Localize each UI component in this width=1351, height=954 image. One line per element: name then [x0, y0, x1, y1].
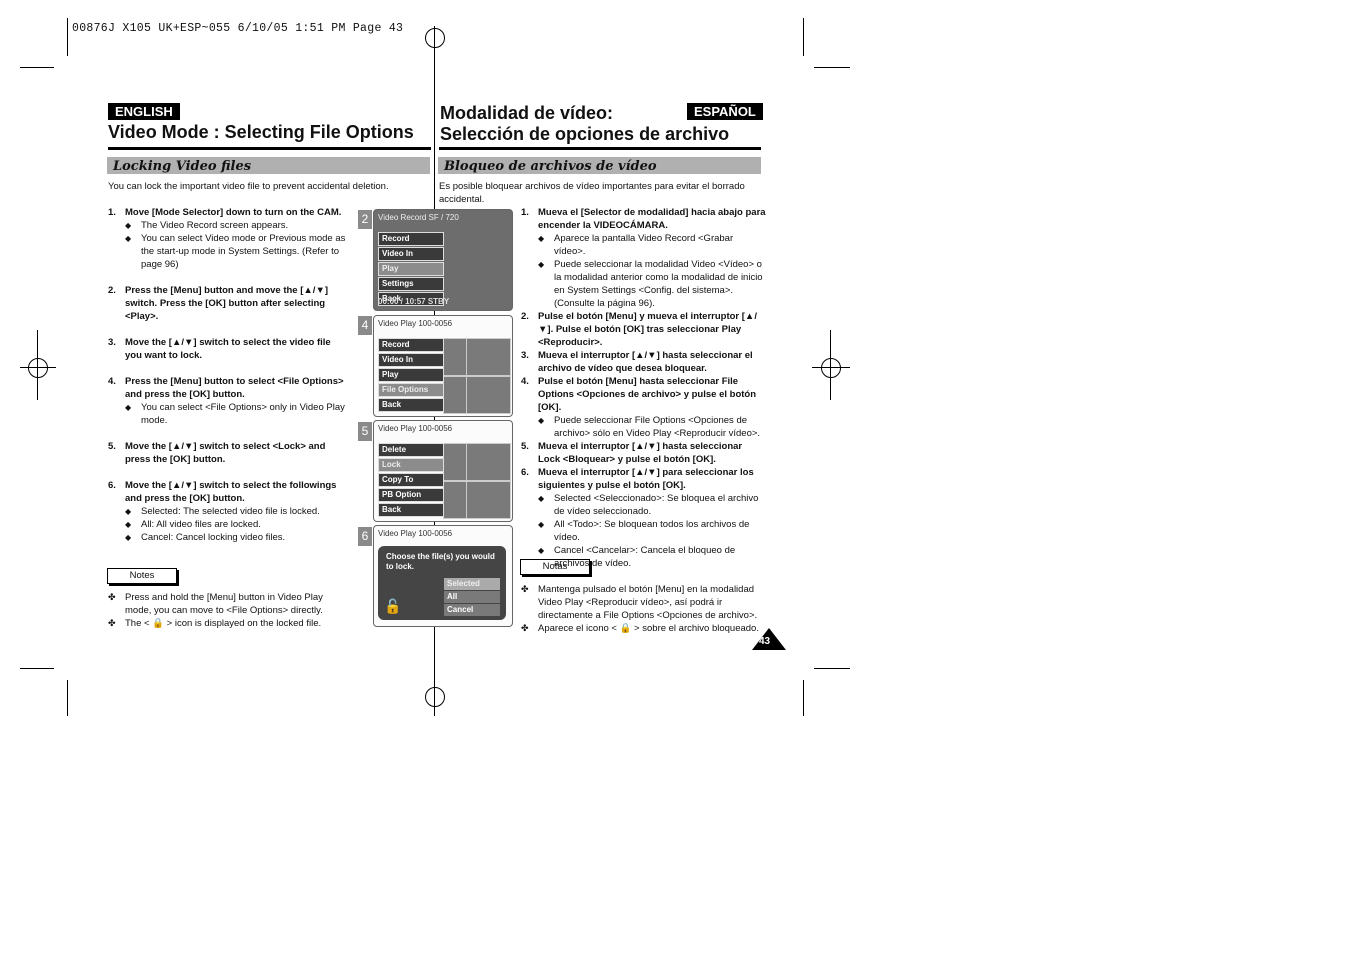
section-header-english: Locking Video files: [107, 157, 430, 174]
option-all: All: [444, 591, 500, 603]
menu-item: Copy To: [378, 473, 444, 487]
registration-mark-icon: [425, 687, 445, 707]
registration-mark-icon: [821, 358, 841, 378]
screen-video-play-menu: Video Play 100-0056 Record Video In Play…: [373, 315, 513, 417]
menu-item: Play: [378, 368, 444, 382]
menu-item: Video In: [378, 247, 444, 261]
option-cancel: Cancel: [444, 604, 500, 616]
crop-mark: [20, 668, 54, 669]
crop-mark: [803, 18, 804, 56]
page-number-badge: 43: [752, 628, 786, 650]
screen-menu: Record Video In Play Settings Back: [378, 232, 444, 307]
step-4-spanish: 4. Pulse el botón [Menu] hasta seleccion…: [521, 375, 766, 440]
page-title-spanish-line1: Modalidad de vídeo:: [440, 103, 614, 123]
notes-list-spanish: Mantenga pulsado el botón [Menu] en la m…: [521, 583, 771, 635]
crop-mark: [814, 67, 850, 68]
step-3-spanish: 3. Mueva el interruptor [▲/▼] hasta sele…: [521, 350, 753, 374]
section-title: Bloqueo de archivos de vídeo: [444, 159, 657, 174]
screen-step-number: 6: [358, 527, 372, 546]
step-3-english: 3. Move the [▲/▼] switch to select the v…: [108, 337, 331, 361]
menu-item: Back: [378, 503, 444, 517]
language-tag-spanish: ESPAÑOL: [687, 103, 763, 120]
notes-list-english: Press and hold the [Menu] button in Vide…: [108, 591, 340, 630]
dialog-message: Choose the file(s) you would to lock.: [386, 552, 495, 571]
crop-mark: [830, 330, 831, 400]
screen-footer: 00:00 / 10:57 STBY: [378, 297, 450, 306]
crop-mark: [803, 680, 804, 716]
crop-mark: [67, 680, 68, 716]
screen-lock-dialog: Video Play 100-0056 Choose the file(s) y…: [373, 525, 513, 627]
thumbnail: [466, 443, 511, 481]
dialog-options: Selected All Cancel: [444, 578, 500, 617]
step-2-spanish: 2. Pulse el botón [Menu] y mueva el inte…: [521, 311, 757, 348]
step-5-spanish: 5. Mueva el interruptor [▲/▼] hasta sele…: [521, 441, 743, 465]
step-6-spanish: 6. Mueva el interruptor [▲/▼] para selec…: [521, 466, 766, 570]
section-title: Locking Video files: [113, 159, 252, 174]
screen-step-number: 4: [358, 316, 372, 335]
menu-item-selected: Lock: [378, 458, 444, 472]
registration-mark-icon: [28, 358, 48, 378]
menu-item: Video In: [378, 353, 444, 367]
page-title-spanish-line2: Selección de opciones de archivo: [440, 124, 730, 144]
menu-item: Record: [378, 232, 444, 246]
menu-item-selected: File Options: [378, 383, 444, 397]
screen-video-record: Video Record SF / 720 Record Video In Pl…: [373, 209, 513, 311]
title-rule: [108, 147, 431, 150]
screen-file-options-menu: Video Play 100-0056 Delete Lock Copy To …: [373, 420, 513, 522]
screen-menu: Delete Lock Copy To PB Option Back: [378, 443, 444, 518]
crop-mark: [20, 367, 56, 368]
screen-step-number: 2: [358, 210, 372, 229]
step-1-english: 1. Move [Mode Selector] down to turn on …: [108, 206, 353, 271]
steps-spanish: 1. Mueva el [Selector de modalidad] haci…: [521, 206, 766, 570]
screen-step-number: 5: [358, 422, 372, 441]
menu-item: Record: [378, 338, 444, 352]
thumbnail: [466, 481, 511, 519]
option-selected: Selected: [444, 578, 500, 590]
crop-mark: [814, 668, 850, 669]
screen-header: Video Play 100-0056: [378, 319, 453, 328]
crop-mark: [37, 330, 38, 400]
lock-dialog: Choose the file(s) you would to lock. 🔓 …: [378, 546, 506, 620]
menu-item: Settings: [378, 277, 444, 291]
step-5-english: 5. Move the [▲/▼] switch to select <Lock…: [108, 441, 326, 465]
lock-icon: 🔓: [384, 598, 402, 614]
page-title-english: Video Mode : Selecting File Options: [108, 122, 414, 142]
menu-item: Back: [378, 398, 444, 412]
step-4-english: 4. Press the [Menu] button to select <Fi…: [108, 375, 353, 427]
step-2-english: 2. Press the [Menu] button and move the …: [108, 285, 329, 322]
intro-spanish: Es posible bloquear archivos de vídeo im…: [439, 181, 745, 205]
notes-label: Notes: [107, 568, 177, 584]
title-rule: [439, 147, 761, 150]
crop-mark: [20, 67, 54, 68]
thumbnail: [466, 376, 511, 414]
screen-header: Video Play 100-0056: [378, 529, 453, 538]
registration-mark-icon: [425, 28, 445, 48]
menu-item-selected: Play: [378, 262, 444, 276]
screen-menu: Record Video In Play File Options Back: [378, 338, 444, 413]
step-1-spanish: 1. Mueva el [Selector de modalidad] haci…: [521, 206, 766, 310]
language-tag-english: ENGLISH: [108, 103, 180, 120]
section-header-spanish: Bloqueo de archivos de vídeo: [438, 157, 761, 174]
crop-mark: [67, 18, 68, 56]
print-slug: 00876J X105 UK+ESP~055 6/10/05 1:51 PM P…: [72, 22, 404, 35]
menu-item: PB Option: [378, 488, 444, 502]
notes-label-spanish: Notas: [520, 559, 590, 575]
intro-english: You can lock the important video file to…: [108, 181, 389, 192]
page-number: 43: [759, 636, 771, 647]
screen-header: Video Record SF / 720: [378, 213, 459, 222]
thumbnail: [466, 338, 511, 376]
menu-item: Delete: [378, 443, 444, 457]
screen-header: Video Play 100-0056: [378, 424, 453, 433]
crop-mark: [812, 367, 850, 368]
step-6-english: 6. Move the [▲/▼] switch to select the f…: [108, 479, 353, 544]
